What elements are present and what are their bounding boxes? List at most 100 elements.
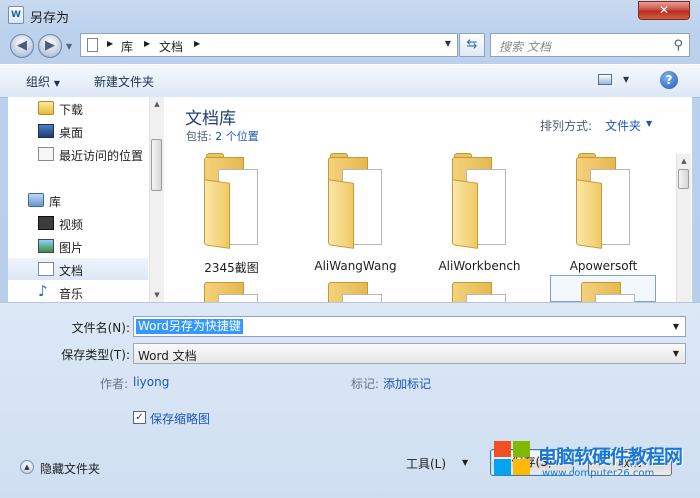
folder-icon: [576, 153, 640, 249]
save-thumbnail-label[interactable]: 保存缩略图: [150, 410, 210, 427]
sidebar-item-desktop[interactable]: 桌面: [8, 120, 148, 142]
tags-label: 标记:: [351, 377, 380, 391]
folder-name: Apowersoft: [569, 259, 638, 273]
watermark-title: 电脑软硬件教程网: [538, 446, 683, 468]
folder-tile[interactable]: [550, 275, 656, 302]
close-button[interactable]: ✕: [638, 1, 690, 20]
refresh-button[interactable]: ⇆: [459, 33, 485, 57]
navigation-bar: ◀ ▶ ▼ ▶ 库 ▶ 文档 ▶ ▼ ⇆ 搜索 文档 ⚲: [0, 30, 700, 62]
folder-tile[interactable]: AliWangWang: [298, 153, 413, 275]
folder-icon: [581, 282, 645, 302]
file-list-scrollbar[interactable]: ▲: [676, 154, 691, 302]
folder-name: 2345截图: [204, 261, 259, 275]
new-folder-button[interactable]: 新建文件夹: [94, 73, 154, 90]
folder-icon: [452, 153, 516, 249]
filetype-label: 保存类型(T):: [61, 348, 130, 362]
command-toolbar: 组织 ▼ 新建文件夹 ▼ ?: [0, 64, 700, 98]
organize-label: 组织: [26, 75, 51, 89]
folder-tile[interactable]: [298, 282, 413, 302]
author-field[interactable]: liyong: [133, 375, 169, 389]
breadcrumb-chevron-icon[interactable]: ▶: [194, 39, 200, 48]
library-includes: 包括: 2 个位置: [186, 128, 259, 144]
folder-tile[interactable]: [422, 282, 537, 302]
chevron-down-icon: ▼: [53, 79, 60, 88]
tags-field[interactable]: 添加标记: [383, 375, 431, 392]
arrange-by-chevron-icon[interactable]: ▼: [646, 119, 652, 128]
search-placeholder: 搜索 文档: [499, 40, 551, 54]
recent-pages-dropdown-icon[interactable]: ▼: [66, 42, 72, 51]
tools-menu[interactable]: 工具(L): [406, 455, 446, 472]
word-app-icon: W: [8, 6, 24, 24]
folder-icon: [204, 153, 268, 249]
breadcrumb-chevron-icon[interactable]: ▶: [144, 39, 150, 48]
desktop-icon: [38, 124, 54, 138]
includes-label: 包括:: [186, 130, 212, 143]
scroll-down-arrow-icon[interactable]: ▼: [150, 288, 164, 302]
sidebar-item-label: 音乐: [59, 287, 84, 301]
video-icon: [38, 216, 54, 230]
folder-tile[interactable]: 2345截图: [174, 153, 289, 275]
address-bar[interactable]: ▶ 库 ▶ 文档 ▶ ▼: [80, 33, 458, 57]
sidebar-item-libraries[interactable]: 库: [8, 189, 148, 211]
scroll-thumb[interactable]: [151, 139, 162, 191]
hide-folders-button[interactable]: 隐藏文件夹: [40, 460, 100, 477]
folder-icon: [204, 282, 268, 302]
sidebar-item-videos[interactable]: 视频: [8, 212, 148, 234]
sidebar-item-documents[interactable]: 文档: [8, 258, 148, 280]
search-icon[interactable]: ⚲: [673, 38, 683, 53]
scroll-up-arrow-icon[interactable]: ▲: [150, 97, 164, 111]
change-view-icon[interactable]: [598, 74, 612, 85]
library-icon: [28, 193, 44, 207]
filetype-value: Word 文档: [138, 349, 197, 363]
arrange-by-label: 排列方式:: [540, 119, 593, 133]
back-button[interactable]: ◀: [10, 34, 34, 58]
scroll-thumb[interactable]: [678, 169, 689, 189]
folder-tile[interactable]: Apowersoft: [546, 153, 661, 275]
sidebar-item-label: 最近访问的位置: [59, 149, 144, 163]
library-location-icon: [87, 38, 98, 52]
scroll-up-arrow-icon[interactable]: ▲: [677, 154, 691, 168]
folder-tile[interactable]: [174, 282, 289, 302]
filename-input[interactable]: Word另存为快捷键 ▼: [133, 316, 686, 337]
sidebar-item-label: 库: [49, 195, 62, 209]
sidebar-item-downloads[interactable]: 下载: [8, 97, 148, 119]
downloads-folder-icon: [38, 101, 54, 115]
title-bar: W 另存为 ✕: [0, 0, 700, 30]
sidebar-item-label: 图片: [59, 241, 84, 255]
address-dropdown-icon[interactable]: ▼: [445, 39, 451, 48]
tools-chevron-down-icon[interactable]: ▼: [462, 458, 468, 467]
filetype-select[interactable]: Word 文档 ▼: [133, 343, 686, 364]
help-icon[interactable]: ?: [660, 71, 678, 89]
save-as-dialog: W 另存为 ✕ ◀ ▶ ▼ ▶ 库 ▶ 文档 ▶ ▼ ⇆ 搜索 文档 ⚲ 组织 …: [0, 0, 700, 498]
view-options-dropdown-icon[interactable]: ▼: [623, 75, 629, 84]
file-list-pane: 文档库 包括: 2 个位置 排列方式: 文件夹 ▼ 2345截图 AliWang…: [164, 97, 692, 302]
sidebar-item-label: 文档: [59, 264, 84, 278]
search-box[interactable]: 搜索 文档 ⚲: [490, 33, 690, 57]
sidebar-item-music[interactable]: ♪ 音乐: [8, 281, 148, 303]
organize-menu[interactable]: 组织 ▼: [26, 73, 60, 90]
forward-button[interactable]: ▶: [38, 34, 62, 58]
recent-places-icon: [38, 147, 54, 161]
folder-icon: [328, 153, 392, 249]
sidebar-item-recent-places[interactable]: 最近访问的位置: [8, 143, 148, 165]
save-thumbnail-checkbox[interactable]: ✓: [133, 411, 146, 424]
hide-folders-toggle-icon[interactable]: ▲: [20, 460, 34, 474]
filename-history-dropdown-icon[interactable]: ▼: [673, 322, 679, 331]
sidebar-item-pictures[interactable]: 图片: [8, 235, 148, 257]
pictures-icon: [38, 239, 54, 253]
filename-label: 文件名(N):: [71, 321, 130, 335]
arrange-by-dropdown[interactable]: 文件夹: [605, 117, 641, 134]
folder-name: AliWorkbench: [438, 259, 521, 273]
includes-locations-link[interactable]: 2 个位置: [215, 130, 259, 143]
chevron-down-icon[interactable]: ▼: [673, 349, 679, 358]
navigation-pane: 下载 桌面 最近访问的位置 库 视频 图片 文档 ♪ 音乐 ▲ ▼: [8, 97, 164, 302]
breadcrumb-documents[interactable]: 文档: [159, 38, 183, 55]
folder-icon: [452, 282, 516, 302]
folder-tile[interactable]: AliWorkbench: [422, 153, 537, 275]
navigation-scrollbar[interactable]: ▲ ▼: [149, 97, 164, 302]
windows-logo-icon: [494, 441, 532, 477]
site-watermark: 电脑软硬件教程网 www.computer26.com: [488, 437, 700, 497]
author-label: 作者:: [100, 377, 129, 391]
breadcrumb-library[interactable]: 库: [121, 38, 133, 55]
breadcrumb-chevron-icon[interactable]: ▶: [107, 39, 113, 48]
